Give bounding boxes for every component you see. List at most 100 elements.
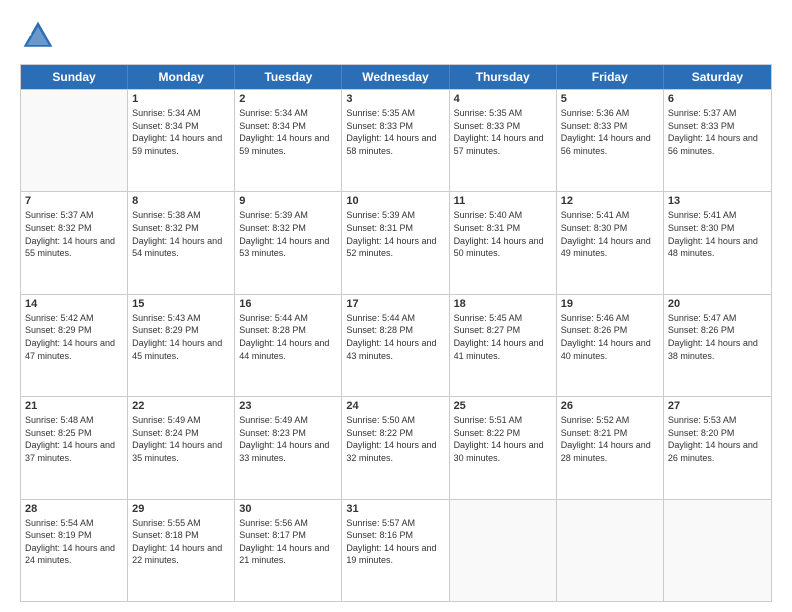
cal-cell: 20 Sunrise: 5:47 AMSunset: 8:26 PMDayligh… — [664, 295, 771, 396]
cal-cell: 13 Sunrise: 5:41 AMSunset: 8:30 PMDayligh… — [664, 192, 771, 293]
header-day-wednesday: Wednesday — [342, 65, 449, 89]
day-number: 29 — [132, 503, 230, 515]
day-number: 6 — [668, 93, 767, 105]
cal-cell: 12 Sunrise: 5:41 AMSunset: 8:30 PMDayligh… — [557, 192, 664, 293]
cell-info: Sunrise: 5:47 AMSunset: 8:26 PMDaylight:… — [668, 312, 767, 362]
cell-info: Sunrise: 5:34 AMSunset: 8:34 PMDaylight:… — [132, 107, 230, 157]
cell-info: Sunrise: 5:56 AMSunset: 8:17 PMDaylight:… — [239, 517, 337, 567]
day-number: 20 — [668, 298, 767, 310]
cal-cell: 15 Sunrise: 5:43 AMSunset: 8:29 PMDayligh… — [128, 295, 235, 396]
cal-cell: 9Sunrise: 5:39 AMSunset: 8:32 PMDaylight… — [235, 192, 342, 293]
cal-cell: 30 Sunrise: 5:56 AMSunset: 8:17 PMDayligh… — [235, 500, 342, 601]
day-number: 26 — [561, 400, 659, 412]
day-number: 2 — [239, 93, 337, 105]
cal-cell: 31Sunrise: 5:57 AMSunset: 8:16 PMDayligh… — [342, 500, 449, 601]
week-row-1: 1 Sunrise: 5:34 AMSunset: 8:34 PMDaylight… — [21, 89, 771, 191]
cell-info: Sunrise: 5:41 AMSunset: 8:30 PMDaylight:… — [561, 209, 659, 259]
cell-info: Sunrise: 5:41 AMSunset: 8:30 PMDaylight:… — [668, 209, 767, 259]
cal-cell: 3 Sunrise: 5:35 AMSunset: 8:33 PMDaylight… — [342, 90, 449, 191]
calendar-header: SundayMondayTuesdayWednesdayThursdayFrid… — [21, 65, 771, 89]
day-number: 27 — [668, 400, 767, 412]
cell-info: Sunrise: 5:54 AMSunset: 8:19 PMDaylight:… — [25, 517, 123, 567]
day-number: 3 — [346, 93, 444, 105]
day-number: 5 — [561, 93, 659, 105]
day-number: 24 — [346, 400, 444, 412]
cell-info: Sunrise: 5:43 AMSunset: 8:29 PMDaylight:… — [132, 312, 230, 362]
logo-icon: G — [20, 18, 56, 54]
cell-info: Sunrise: 5:48 AMSunset: 8:25 PMDaylight:… — [25, 414, 123, 464]
day-number: 17 — [346, 298, 444, 310]
header-day-saturday: Saturday — [664, 65, 771, 89]
cal-cell: 6 Sunrise: 5:37 AMSunset: 8:33 PMDaylight… — [664, 90, 771, 191]
cal-cell — [450, 500, 557, 601]
cal-cell — [664, 500, 771, 601]
cal-cell: 19 Sunrise: 5:46 AMSunset: 8:26 PMDayligh… — [557, 295, 664, 396]
cal-cell: 25 Sunrise: 5:51 AMSunset: 8:22 PMDayligh… — [450, 397, 557, 498]
day-number: 11 — [454, 195, 552, 207]
cal-cell: 10 Sunrise: 5:39 AMSunset: 8:31 PMDayligh… — [342, 192, 449, 293]
day-number: 28 — [25, 503, 123, 515]
cell-info: Sunrise: 5:39 AMSunset: 8:31 PMDaylight:… — [346, 209, 444, 259]
cal-cell: 16 Sunrise: 5:44 AMSunset: 8:28 PMDayligh… — [235, 295, 342, 396]
day-number: 19 — [561, 298, 659, 310]
cell-info: Sunrise: 5:52 AMSunset: 8:21 PMDaylight:… — [561, 414, 659, 464]
header-day-friday: Friday — [557, 65, 664, 89]
day-number: 10 — [346, 195, 444, 207]
day-number: 23 — [239, 400, 337, 412]
cell-info: Sunrise: 5:46 AMSunset: 8:26 PMDaylight:… — [561, 312, 659, 362]
cell-info: Sunrise: 5:40 AMSunset: 8:31 PMDaylight:… — [454, 209, 552, 259]
day-number: 22 — [132, 400, 230, 412]
cal-cell: 27 Sunrise: 5:53 AMSunset: 8:20 PMDayligh… — [664, 397, 771, 498]
cal-cell: 1 Sunrise: 5:34 AMSunset: 8:34 PMDaylight… — [128, 90, 235, 191]
cal-cell: 23 Sunrise: 5:49 AMSunset: 8:23 PMDayligh… — [235, 397, 342, 498]
day-number: 21 — [25, 400, 123, 412]
cal-cell: 29Sunrise: 5:55 AMSunset: 8:18 PMDayligh… — [128, 500, 235, 601]
cell-info: Sunrise: 5:44 AMSunset: 8:28 PMDaylight:… — [346, 312, 444, 362]
day-number: 25 — [454, 400, 552, 412]
cal-cell: 5Sunrise: 5:36 AMSunset: 8:33 PMDaylight… — [557, 90, 664, 191]
cal-cell: 26 Sunrise: 5:52 AMSunset: 8:21 PMDayligh… — [557, 397, 664, 498]
cell-info: Sunrise: 5:35 AMSunset: 8:33 PMDaylight:… — [454, 107, 552, 157]
day-number: 16 — [239, 298, 337, 310]
cell-info: Sunrise: 5:38 AMSunset: 8:32 PMDaylight:… — [132, 209, 230, 259]
cell-info: Sunrise: 5:51 AMSunset: 8:22 PMDaylight:… — [454, 414, 552, 464]
cal-cell: 24Sunrise: 5:50 AMSunset: 8:22 PMDayligh… — [342, 397, 449, 498]
day-number: 9 — [239, 195, 337, 207]
cell-info: Sunrise: 5:49 AMSunset: 8:24 PMDaylight:… — [132, 414, 230, 464]
week-row-4: 21 Sunrise: 5:48 AMSunset: 8:25 PMDayligh… — [21, 396, 771, 498]
day-number: 14 — [25, 298, 123, 310]
cell-info: Sunrise: 5:49 AMSunset: 8:23 PMDaylight:… — [239, 414, 337, 464]
cal-cell: 22 Sunrise: 5:49 AMSunset: 8:24 PMDayligh… — [128, 397, 235, 498]
header-day-tuesday: Tuesday — [235, 65, 342, 89]
day-number: 7 — [25, 195, 123, 207]
cell-info: Sunrise: 5:44 AMSunset: 8:28 PMDaylight:… — [239, 312, 337, 362]
svg-text:G: G — [25, 29, 31, 38]
cell-info: Sunrise: 5:53 AMSunset: 8:20 PMDaylight:… — [668, 414, 767, 464]
header-day-monday: Monday — [128, 65, 235, 89]
day-number: 12 — [561, 195, 659, 207]
day-number: 30 — [239, 503, 337, 515]
day-number: 18 — [454, 298, 552, 310]
cell-info: Sunrise: 5:35 AMSunset: 8:33 PMDaylight:… — [346, 107, 444, 157]
page: G SundayMondayTuesdayWednesdayThursdayFr… — [0, 0, 792, 612]
week-row-5: 28 Sunrise: 5:54 AMSunset: 8:19 PMDayligh… — [21, 499, 771, 601]
cell-info: Sunrise: 5:45 AMSunset: 8:27 PMDaylight:… — [454, 312, 552, 362]
cal-cell: 4Sunrise: 5:35 AMSunset: 8:33 PMDaylight… — [450, 90, 557, 191]
cal-cell — [557, 500, 664, 601]
week-row-2: 7 Sunrise: 5:37 AMSunset: 8:32 PMDaylight… — [21, 191, 771, 293]
cal-cell: 21 Sunrise: 5:48 AMSunset: 8:25 PMDayligh… — [21, 397, 128, 498]
calendar-body: 1 Sunrise: 5:34 AMSunset: 8:34 PMDaylight… — [21, 89, 771, 601]
day-number: 8 — [132, 195, 230, 207]
cell-info: Sunrise: 5:37 AMSunset: 8:32 PMDaylight:… — [25, 209, 123, 259]
day-number: 13 — [668, 195, 767, 207]
week-row-3: 14 Sunrise: 5:42 AMSunset: 8:29 PMDayligh… — [21, 294, 771, 396]
cal-cell: 8 Sunrise: 5:38 AMSunset: 8:32 PMDaylight… — [128, 192, 235, 293]
day-number: 31 — [346, 503, 444, 515]
day-number: 1 — [132, 93, 230, 105]
cell-info: Sunrise: 5:37 AMSunset: 8:33 PMDaylight:… — [668, 107, 767, 157]
cell-info: Sunrise: 5:42 AMSunset: 8:29 PMDaylight:… — [25, 312, 123, 362]
cal-cell: 17 Sunrise: 5:44 AMSunset: 8:28 PMDayligh… — [342, 295, 449, 396]
header: G — [20, 18, 772, 54]
day-number: 15 — [132, 298, 230, 310]
cal-cell: 2Sunrise: 5:34 AMSunset: 8:34 PMDaylight… — [235, 90, 342, 191]
